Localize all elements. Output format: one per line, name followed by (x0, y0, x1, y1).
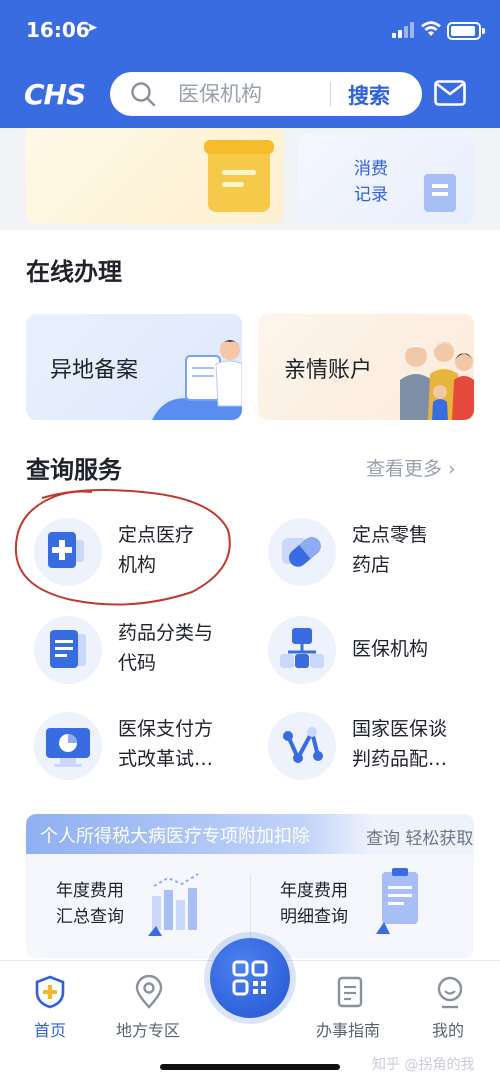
medical-insurance-org-label: 医保机构 (352, 638, 429, 660)
tax-title: 个人所得税大病医疗专项附加扣除 (40, 826, 310, 847)
annual-detail-query[interactable]: 年度费用 明细查询 (280, 878, 364, 930)
national-negotiated-drugs-label: 国家医保谈 判药品配… (352, 718, 448, 770)
view-more-link[interactable]: 查看更多 › (366, 454, 456, 481)
qr-code-button[interactable] (210, 938, 290, 1018)
location-arrow-icon: ➤ (86, 20, 98, 36)
pill-icon (268, 518, 336, 586)
tax-divider (250, 874, 251, 944)
mail-icon[interactable] (434, 80, 466, 106)
family-account-label: 亲情账户 (284, 358, 373, 383)
search-divider (330, 82, 331, 106)
family-account-card[interactable]: 亲情账户 (258, 314, 474, 420)
tab-home-label: 首页 (34, 1021, 67, 1040)
wifi-icon (421, 21, 441, 36)
status-bar: 16:06 ➤ (0, 0, 500, 60)
archive-box-icon (204, 140, 274, 212)
document-icon (34, 616, 102, 684)
payment-reform-pilot-label: 医保支付方 式改革试… (118, 718, 214, 770)
cellular-signal-icon (392, 22, 414, 38)
tax-subtitle: 查询 轻松获取 (366, 829, 474, 849)
consumption-record-label: 消费 记录 (354, 159, 388, 205)
app-header: 16:06 ➤ CHS 搜索 (0, 0, 500, 128)
battery-icon (447, 22, 485, 40)
org-chart-icon (268, 616, 336, 684)
family-group-icon (400, 342, 474, 420)
tax-deduction-panel: 个人所得税大病医疗专项附加扣除 查询 轻松获取 年度费用 汇总查询 年度费用 明… (26, 814, 474, 958)
receipt-icon (424, 174, 456, 212)
qr-code-icon (232, 960, 268, 996)
monitor-chart-icon (34, 712, 102, 780)
designated-retail-pharmacy-label: 定点零售 药店 (352, 524, 429, 576)
clipboard-icon (376, 868, 418, 934)
watermark: 知乎 @拐角的我 (372, 1057, 475, 1073)
network-icon (268, 712, 336, 780)
search-bar[interactable]: 搜索 (110, 72, 422, 116)
tab-local-zone-label: 地方专区 (116, 1021, 181, 1040)
status-time: 16:06 (26, 18, 90, 42)
guide-doc-icon (337, 976, 363, 1008)
highlight-circle (14, 489, 231, 606)
home-indicator (160, 1064, 340, 1070)
shield-plus-icon (35, 975, 65, 1009)
bar-chart-icon (148, 873, 199, 936)
chs-logo: CHS (24, 78, 86, 111)
tab-guide-label: 办事指南 (316, 1021, 381, 1040)
tax-header: 个人所得税大病医疗专项附加扣除 查询 轻松获取 (26, 814, 474, 854)
tab-mine-label: 我的 (432, 1021, 465, 1040)
location-pin-icon (135, 975, 163, 1009)
search-icon (131, 82, 156, 107)
query-section-title: 查询服务 (26, 456, 122, 484)
drug-classification-code-label: 药品分类与 代码 (118, 622, 214, 674)
annual-summary-query[interactable]: 年度费用 汇总查询 (56, 878, 140, 930)
remote-filing-card[interactable]: 异地备案 (26, 314, 242, 420)
search-input[interactable] (178, 80, 328, 108)
remote-filing-label: 异地备案 (50, 358, 139, 383)
person-with-document-icon (152, 340, 242, 420)
online-section-title: 在线办理 (26, 258, 122, 286)
search-button[interactable]: 搜索 (348, 80, 390, 110)
profile-icon (437, 976, 463, 1009)
